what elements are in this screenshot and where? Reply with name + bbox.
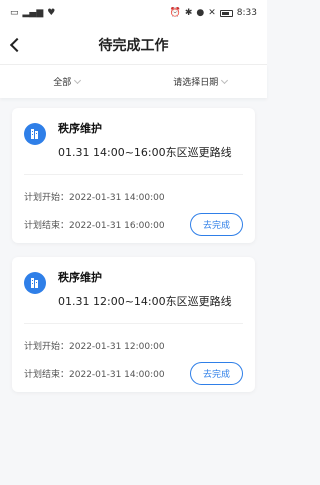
- card-header: 秩序维护 01.31 14:00~16:00东区巡更路线: [24, 120, 243, 160]
- task-card[interactable]: 秩序维护 01.31 12:00~14:00东区巡更路线 计划开始：2022-0…: [12, 257, 255, 392]
- plan-start: 计划开始：2022-01-31 12:00:00: [24, 341, 165, 352]
- page-title: 待完成工作: [98, 38, 169, 54]
- complete-button[interactable]: 去完成: [189, 212, 243, 236]
- date-filter[interactable]: 请选择日期: [134, 75, 268, 88]
- location-icon: ●: [196, 7, 205, 18]
- complete-button[interactable]: 去完成: [189, 361, 243, 385]
- card-text: 秩序维护 01.31 14:00~16:00东区巡更路线: [58, 120, 243, 160]
- type-filter-label: 全部: [53, 78, 72, 88]
- plan-end-row: 计划结束：2022-01-31 16:00:00 去完成: [24, 212, 243, 236]
- filter-bar: 全部 请选择日期: [0, 64, 267, 98]
- building-icon: [24, 123, 46, 145]
- status-right: ⏰ ✱ ● ✕ 8:33: [170, 8, 257, 18]
- chevron-down-icon: [74, 76, 82, 84]
- task-card[interactable]: 秩序维护 01.31 14:00~16:00东区巡更路线 计划开始：2022-0…: [12, 108, 255, 243]
- card-header: 秩序维护 01.31 12:00~14:00东区巡更路线: [24, 269, 243, 309]
- status-bar: ▭ ▂▄▆ ♥ ⏰ ✱ ● ✕ 8:33: [0, 0, 267, 26]
- alarm-icon: ⏰: [169, 7, 181, 18]
- battery-icon: [219, 9, 233, 17]
- mute-icon: ✕: [208, 7, 216, 18]
- plan-end: 计划结束：2022-01-31 14:00:00: [24, 369, 165, 380]
- status-time: 8:33: [236, 8, 257, 18]
- status-left: ▭ ▂▄▆ ♥: [10, 7, 56, 18]
- plan-end-row: 计划结束：2022-01-31 14:00:00 去完成: [24, 361, 243, 385]
- building-icon: [24, 272, 46, 294]
- plan-start-row: 计划开始：2022-01-31 14:00:00: [24, 185, 243, 207]
- plan-start-row: 计划开始：2022-01-31 12:00:00: [24, 334, 243, 356]
- plan-end: 计划结束：2022-01-31 16:00:00: [24, 220, 165, 231]
- heart-icon: ♥: [47, 7, 56, 18]
- signal-icon: ▂▄▆: [22, 7, 44, 18]
- task-description: 01.31 12:00~14:00东区巡更路线: [58, 295, 232, 308]
- type-filter[interactable]: 全部: [0, 75, 134, 88]
- chevron-down-icon: [221, 76, 229, 84]
- task-title: 秩序维护: [58, 271, 102, 284]
- task-title: 秩序维护: [58, 122, 102, 135]
- task-list: 秩序维护 01.31 14:00~16:00东区巡更路线 计划开始：2022-0…: [0, 98, 267, 392]
- date-filter-label: 请选择日期: [173, 78, 219, 88]
- divider: [24, 174, 243, 175]
- back-icon[interactable]: [6, 36, 24, 54]
- task-description: 01.31 14:00~16:00东区巡更路线: [58, 146, 232, 159]
- notification-icon: ▭: [10, 7, 19, 18]
- card-text: 秩序维护 01.31 12:00~14:00东区巡更路线: [58, 269, 243, 309]
- bluetooth-icon: ✱: [184, 7, 193, 18]
- plan-start: 计划开始：2022-01-31 14:00:00: [24, 192, 165, 203]
- divider: [24, 323, 243, 324]
- header: 待完成工作: [0, 26, 267, 64]
